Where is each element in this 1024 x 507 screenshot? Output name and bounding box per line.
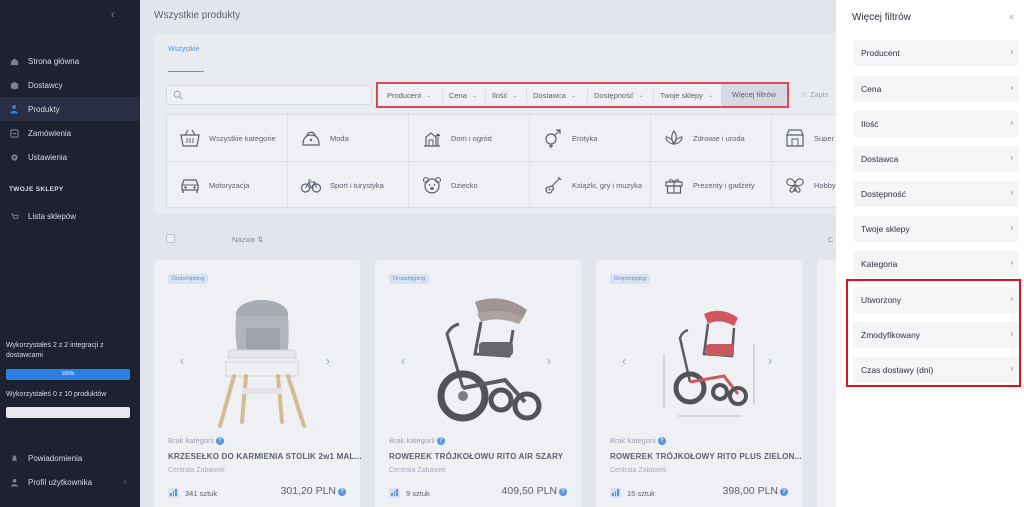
- sidebar-item-profile[interactable]: Profil użytkownika ›: [0, 470, 140, 494]
- drawer-filter-supplier[interactable]: Dostawca ›: [853, 146, 1019, 172]
- sidebar-item-label: Profil użytkownika: [28, 477, 93, 487]
- box-icon: [9, 80, 19, 90]
- drawer-title: Więcej filtrów: [852, 12, 911, 23]
- drawer-filter-your-shops[interactable]: Twoje sklepy ›: [853, 216, 1019, 242]
- sidebar-item-home[interactable]: Strona główna: [0, 49, 140, 73]
- collapse-sidebar-icon[interactable]: ‹: [111, 9, 115, 21]
- product-progress-bar: [6, 407, 130, 418]
- sidebar-item-label: Dostawcy: [28, 80, 63, 90]
- drawer-item-label: Dostępność: [861, 189, 906, 199]
- drawer-filter-producer[interactable]: Producent ›: [853, 40, 1019, 66]
- chevron-right-icon: ›: [1010, 258, 1013, 267]
- home-icon: [9, 56, 19, 66]
- bell-icon: [9, 453, 19, 463]
- sidebar-item-label: Zamówienia: [28, 128, 72, 138]
- product-usage-text: Wykorzystałeś 0 z 10 produktów: [6, 391, 107, 398]
- chevron-right-icon: ›: [1010, 83, 1013, 92]
- sidebar-item-label: Lista sklepów: [28, 211, 77, 221]
- drawer-filter-quantity[interactable]: Ilość ›: [853, 111, 1019, 137]
- drawer-item-label: Cena: [861, 84, 882, 94]
- sidebar-item-label: Powiadomienia: [28, 453, 83, 463]
- sidebar-nav: Strona główna Dostawcy Produkty Zamówien…: [0, 49, 140, 169]
- chevron-right-icon: ›: [123, 477, 126, 486]
- sidebar-item-orders[interactable]: Zamówienia: [0, 121, 140, 145]
- sidebar-item-shops-list[interactable]: Lista sklepów: [0, 204, 76, 228]
- drawer-filter-category[interactable]: Kategoria ›: [853, 251, 1019, 277]
- integration-progress-bar: 100%: [6, 369, 130, 380]
- sidebar-item-products[interactable]: Produkty: [0, 97, 140, 121]
- drawer-filter-price[interactable]: Cena ›: [853, 76, 1019, 102]
- chevron-right-icon: ›: [1010, 118, 1013, 127]
- orders-icon: [9, 128, 19, 138]
- sidebar-item-label: Strona główna: [28, 56, 80, 66]
- chevron-right-icon: ›: [1010, 223, 1013, 232]
- drawer-item-label: Producent: [861, 48, 900, 58]
- modal-overlay[interactable]: [140, 0, 836, 507]
- chevron-right-icon: ›: [1010, 188, 1013, 197]
- sidebar: ‹ Strona główna Dostawcy Produkty Zamówi…: [0, 0, 140, 507]
- gear-icon: [9, 152, 19, 162]
- section-title-shops: TWOJE SKLEPY: [9, 186, 64, 193]
- chevron-right-icon: ›: [1010, 153, 1013, 162]
- sidebar-item-settings[interactable]: Ustawienia: [0, 145, 140, 169]
- sidebar-item-notifications[interactable]: Powiadomienia: [0, 446, 82, 470]
- drawer-item-label: Ilość: [861, 119, 879, 129]
- more-filters-drawer: Więcej filtrów × Producent › Cena › Ilość ›…: [836, 0, 1024, 507]
- cart-icon: [9, 211, 19, 221]
- close-icon[interactable]: ×: [1009, 12, 1014, 22]
- sidebar-item-label: Ustawienia: [28, 152, 68, 162]
- drawer-item-label: Twoje sklepy: [861, 224, 910, 234]
- drawer-item-label: Dostawca: [861, 154, 899, 164]
- drawer-item-label: Kategoria: [861, 259, 898, 269]
- user-icon: [9, 477, 19, 487]
- chevron-right-icon: ›: [1010, 47, 1013, 56]
- person-icon: [9, 104, 19, 114]
- new-filters-highlight: [846, 279, 1021, 387]
- drawer-filter-availability[interactable]: Dostępność ›: [853, 181, 1019, 207]
- sidebar-item-suppliers[interactable]: Dostawcy: [0, 73, 140, 97]
- sidebar-item-label: Produkty: [28, 104, 60, 114]
- integration-usage-text: Wykorzystałeś 2 z 2 integracji z dostawc…: [6, 342, 104, 359]
